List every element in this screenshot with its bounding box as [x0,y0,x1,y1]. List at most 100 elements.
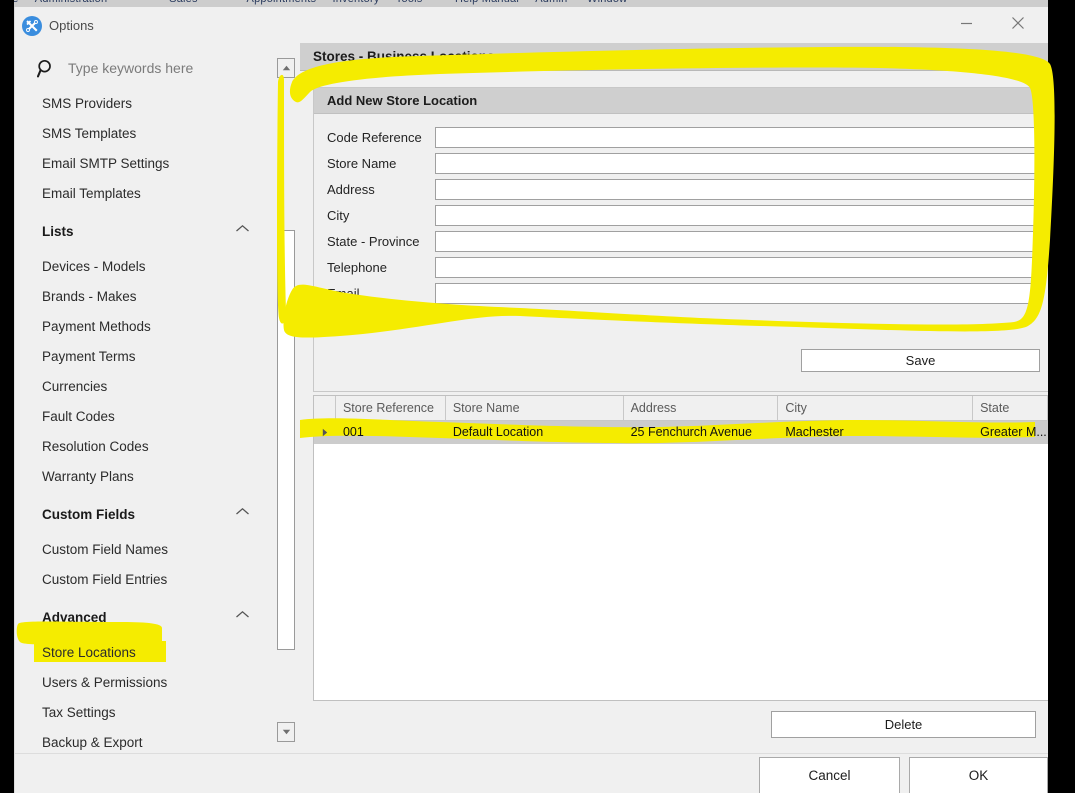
add-store-location-title: Add New Store Location [327,93,478,108]
scrollbar-thumb[interactable] [277,230,295,650]
table-cell: 25 Fenchurch Avenue [630,425,752,439]
sidebar-item-resolution-codes[interactable]: Resolution Codes [15,432,270,462]
sidebar-item-label: Custom Field Names [42,542,169,557]
grid-header-store-reference[interactable]: Store Reference [336,396,446,421]
add-store-location-panel: Add New Store Location Code Reference Sto… [313,87,1048,392]
scrollbar-track[interactable] [277,78,295,722]
sidebar-item-label: Tax Settings [42,705,116,720]
grid-header-city[interactable]: City [778,396,974,421]
field-city[interactable] [435,205,1039,226]
form-label: Address [327,182,375,197]
grid-header-address[interactable]: Address [624,396,779,421]
sidebar-item-label: Payment Terms [42,349,136,364]
triangle-up-icon[interactable] [277,58,295,78]
form-row: Address [314,179,1048,205]
sidebar-item-sms-templates[interactable]: SMS Templates [15,119,270,149]
sidebar-nav-list: SMS Providers SMS Templates Email SMTP Set… [15,89,270,758]
sidebar-item-store-locations[interactable]: Store Locations [15,638,270,668]
field-store-name[interactable] [435,153,1039,174]
search-row [15,51,270,85]
form-label: Email [327,286,360,301]
table-cell: Machester [785,425,844,439]
window-title: Options [49,18,94,33]
sidebar: SMS Providers SMS Templates Email SMTP Set… [15,43,270,793]
sidebar-group-custom-fields[interactable]: Custom Fields [15,501,270,535]
sidebar-item-currencies[interactable]: Currencies [15,372,270,402]
sidebar-item-label: Users & Permissions [42,675,168,690]
desktop-background-right [1048,0,1075,793]
sidebar-item-label: SMS Templates [42,126,137,141]
sidebar-group-label: Lists [42,224,74,239]
field-state-province[interactable] [435,231,1039,252]
search-input[interactable] [66,59,256,77]
sidebar-item-label: Resolution Codes [42,439,149,454]
chevron-up-icon[interactable] [235,595,250,635]
delete-button[interactable]: Delete [771,711,1036,738]
table-row[interactable]: 001 Default Location 25 Fenchurch Avenue Ma… [314,421,1048,444]
sidebar-item-label: Email SMTP Settings [42,156,170,171]
field-email[interactable] [435,283,1039,304]
chevron-up-icon[interactable] [235,492,250,532]
form-row: City [314,205,1048,231]
form-label: Code Reference [327,130,422,145]
chevron-up-icon[interactable] [235,209,250,249]
cancel-button[interactable]: Cancel [759,757,900,793]
sidebar-item-sms-providers[interactable]: SMS Providers [15,89,270,119]
close-icon[interactable] [995,7,1041,39]
sidebar-item-fault-codes[interactable]: Fault Codes [15,402,270,432]
sidebar-item-payment-terms[interactable]: Payment Terms [15,342,270,372]
sidebar-group-advanced[interactable]: Advanced [15,604,270,638]
form-label: Store Name [327,156,397,171]
store-locations-grid[interactable]: Store Reference Store Name Address City Stat… [313,395,1048,701]
sidebar-group-label: Custom Fields [42,507,136,522]
sidebar-item-email-smtp-settings[interactable]: Email SMTP Settings [15,149,270,179]
save-button[interactable]: Save [801,349,1040,372]
background-window-sliver: File Administration Sales Appointments I… [0,0,1075,7]
title-bar: Options [15,7,1048,43]
sidebar-item-payment-methods[interactable]: Payment Methods [15,312,270,342]
table-cell: 001 [342,425,364,439]
field-address[interactable] [435,179,1039,200]
sidebar-item-custom-field-entries[interactable]: Custom Field Entries [15,565,270,595]
sidebar-item-label: Fault Codes [42,409,115,424]
sidebar-item-label: Custom Field Entries [42,572,168,587]
sidebar-scrollbar[interactable] [277,58,295,742]
sidebar-item-label: Devices - Models [42,259,146,274]
triangle-down-icon[interactable] [277,722,295,742]
sidebar-item-users-permissions[interactable]: Users & Permissions [15,668,270,698]
ok-button[interactable]: OK [909,757,1048,793]
triangle-right-icon [314,421,336,444]
sidebar-item-tax-settings[interactable]: Tax Settings [15,698,270,728]
grid-header-state[interactable]: State [973,396,1048,421]
sidebar-item-label: Email Templates [42,186,141,201]
sidebar-item-devices-models[interactable]: Devices - Models [15,252,270,282]
sidebar-item-warranty-plans[interactable]: Warranty Plans [15,462,270,492]
sidebar-item-custom-field-names[interactable]: Custom Field Names [15,535,270,565]
tools-icon [22,16,42,36]
form-label: State - Province [327,234,420,249]
grid-header-store-name[interactable]: Store Name [446,396,624,421]
grid-body: 001 Default Location 25 Fenchurch Avenue Ma… [314,421,1048,444]
grid-select-header[interactable] [314,396,336,421]
background-window-menubar-text: File Administration Sales Appointments I… [0,0,1075,5]
page-title-bar: Stores - Business Locations [300,43,1048,71]
sidebar-item-brands-makes[interactable]: Brands - Makes [15,282,270,312]
field-code-reference[interactable] [435,127,1039,148]
form-row: Store Name [314,153,1048,179]
dialog-footer: Cancel OK [15,753,1048,793]
sidebar-item-label: Warranty Plans [42,469,134,484]
minimize-button[interactable] [943,7,989,39]
main-content: Stores - Business Locations Add New Stor… [300,43,1048,753]
form-label: Telephone [327,260,387,275]
sidebar-item-label: Payment Methods [42,319,151,334]
sidebar-item-email-templates[interactable]: Email Templates [15,179,270,209]
form-row: Telephone [314,257,1048,283]
page-title: Stores - Business Locations [313,49,495,64]
desktop-background-left [0,0,14,793]
add-store-location-header: Add New Store Location [314,88,1048,114]
table-cell: Greater M... [980,425,1047,439]
field-telephone[interactable] [435,257,1039,278]
sidebar-item-label: Store Locations [42,645,136,660]
search-icon [36,59,56,78]
sidebar-group-lists[interactable]: Lists [15,218,270,252]
